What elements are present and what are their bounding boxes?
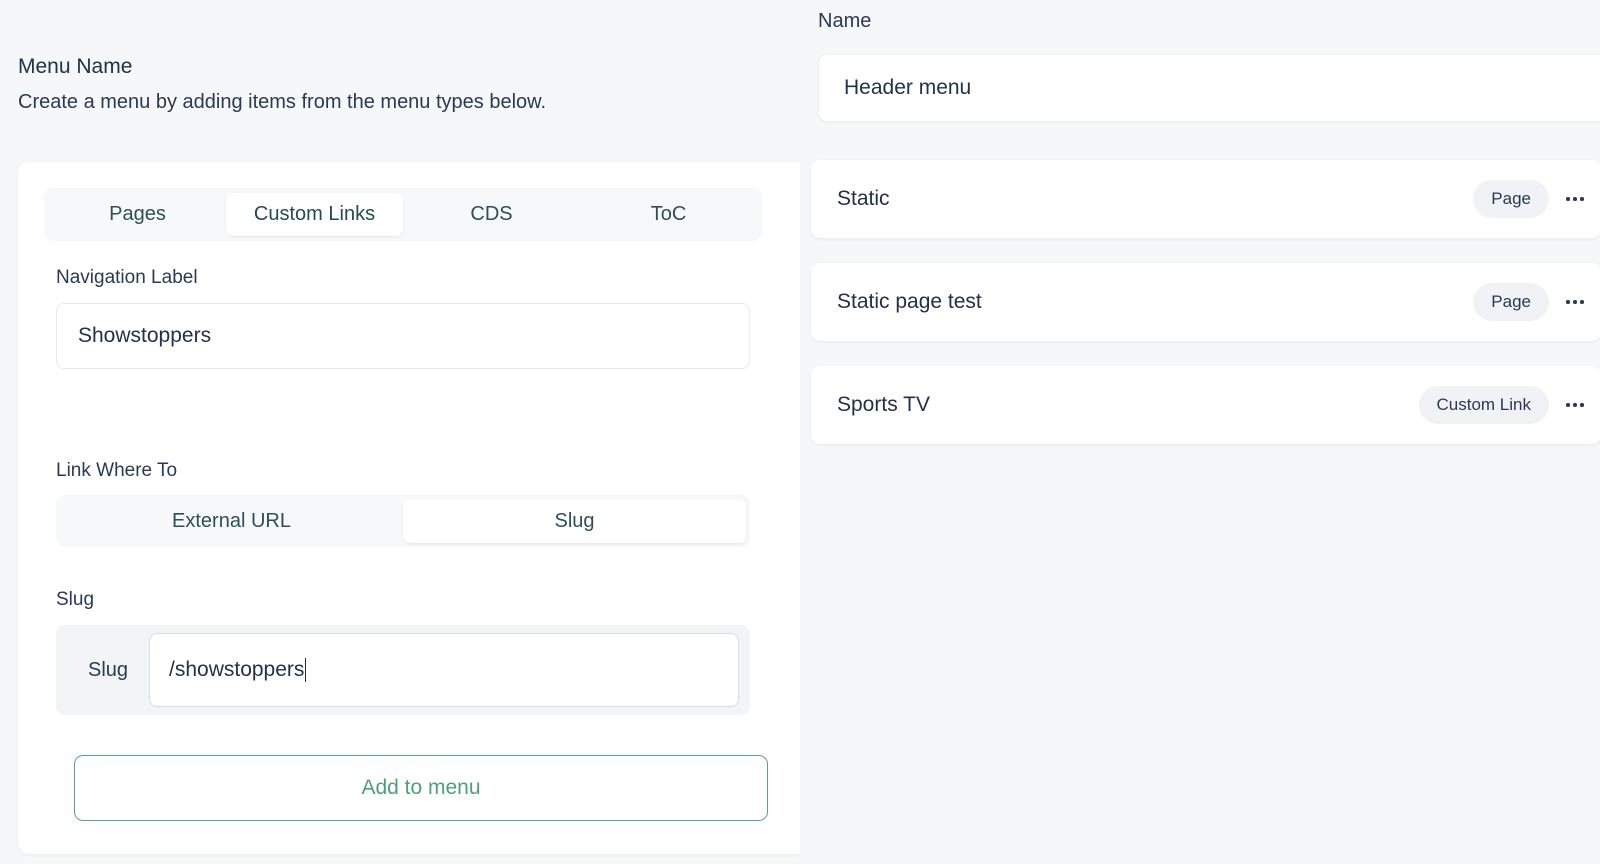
menu-name-caption: Name [818, 10, 872, 32]
menu-type-tabs: Pages Custom Links CDS ToC [44, 188, 762, 241]
link-target-segmented-control: External URL Slug [56, 495, 750, 547]
add-to-menu-button[interactable]: Add to menu [74, 755, 768, 821]
link-where-to-field: Link Where To External URL Slug [56, 458, 750, 547]
slug-caption: Slug [56, 589, 95, 610]
page-subtitle: Create a menu by adding items from the m… [18, 91, 547, 113]
navigation-label-caption: Navigation Label [56, 267, 198, 288]
segment-external-url[interactable]: External URL [60, 499, 403, 543]
tab-pages[interactable]: Pages [49, 193, 226, 236]
menu-items-list: Static Page Static page test Page Sports… [811, 160, 1600, 469]
slug-field: Slug Slug /showstoppers [56, 587, 750, 715]
menu-item-type-badge: Page [1473, 180, 1549, 218]
segment-slug[interactable]: Slug [403, 499, 746, 543]
menu-builder-screen: Menu Name Create a menu by adding items … [0, 0, 1600, 864]
menu-item-label: Static page test [837, 290, 982, 313]
slug-input-value: /showstoppers [169, 658, 305, 681]
navigation-label-input[interactable] [56, 303, 750, 369]
more-options-icon[interactable] [1549, 197, 1600, 201]
slug-input[interactable]: /showstoppers [149, 633, 739, 707]
navigation-label-field: Navigation Label [56, 265, 750, 369]
menu-item-type-badge: Custom Link [1418, 386, 1549, 424]
menu-item-row[interactable]: Static Page [811, 160, 1600, 238]
menu-item-label: Static [837, 187, 890, 210]
menu-item-label: Sports TV [837, 393, 930, 416]
more-options-icon[interactable] [1549, 300, 1600, 304]
menu-name-input[interactable] [818, 54, 1600, 122]
menu-item-row[interactable]: Static page test Page [811, 263, 1600, 341]
slug-input-group: Slug /showstoppers [56, 625, 750, 715]
right-panel: Name Static Page Static page test Page S… [800, 0, 1600, 864]
menu-item-row[interactable]: Sports TV Custom Link [811, 366, 1600, 444]
menu-builder-card: Pages Custom Links CDS ToC Navigation La… [18, 162, 800, 854]
menu-item-type-badge: Page [1473, 283, 1549, 321]
tab-cds[interactable]: CDS [403, 193, 580, 236]
left-panel: Menu Name Create a menu by adding items … [0, 0, 800, 864]
intro-block: Menu Name Create a menu by adding items … [18, 52, 778, 117]
more-options-icon[interactable] [1549, 403, 1600, 407]
tab-custom-links[interactable]: Custom Links [226, 193, 403, 236]
text-caret [305, 658, 307, 682]
tab-toc[interactable]: ToC [580, 193, 757, 236]
slug-prefix-label: Slug [87, 658, 129, 681]
page-title: Menu Name [18, 55, 133, 78]
link-where-to-caption: Link Where To [56, 460, 178, 481]
